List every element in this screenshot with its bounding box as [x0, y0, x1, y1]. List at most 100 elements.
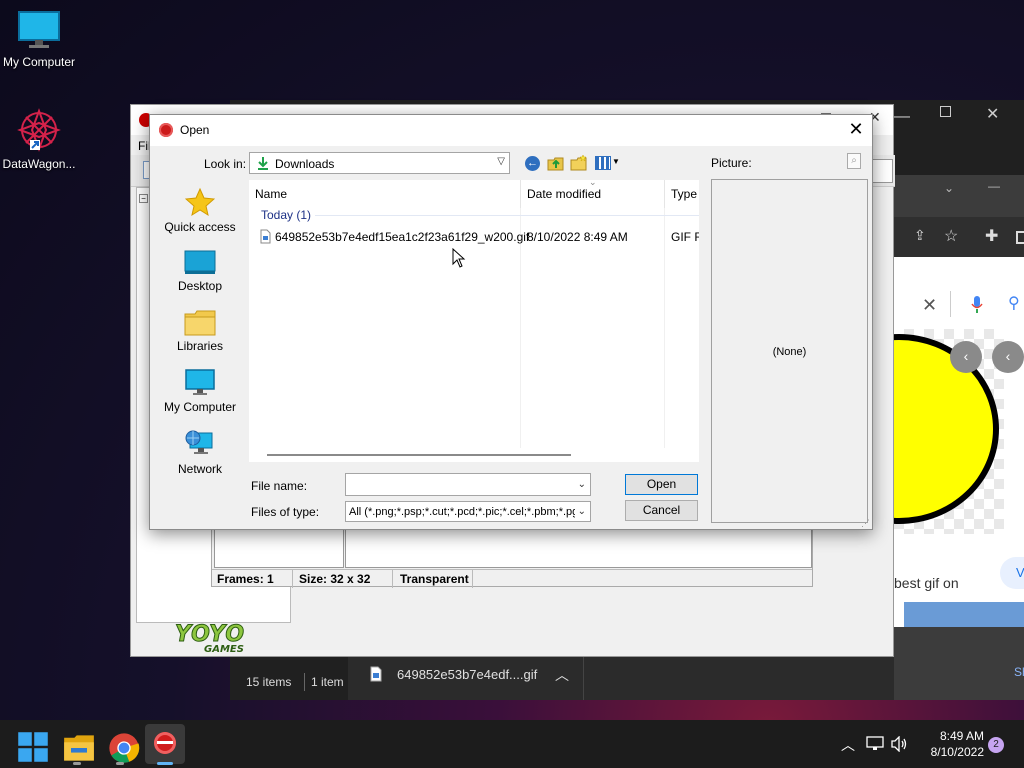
scrollbar-thumb[interactable]	[267, 454, 571, 456]
file-list[interactable]: Name Date modified ⌄ Type Today (1) 6498…	[249, 177, 699, 462]
running-indicator	[73, 762, 81, 765]
carousel-back-icon[interactable]: ‹	[992, 341, 1024, 373]
clock-time: 8:49 AM	[939, 729, 984, 743]
sidebar-icon[interactable]	[1016, 231, 1024, 244]
preview-zoom-icon[interactable]: ⌕	[847, 153, 861, 169]
computer-icon	[18, 11, 60, 48]
up-folder-icon[interactable]	[547, 154, 565, 172]
active-indicator	[157, 762, 173, 765]
place-label: Network	[177, 462, 222, 476]
desktop-icon	[184, 250, 216, 274]
chevron-down-icon[interactable]: ⌄	[944, 181, 954, 195]
dialog-titlebar[interactable]: Open ✕	[150, 115, 872, 146]
volume-icon[interactable]	[891, 736, 909, 752]
explorer-status-bar: 15 items 1 item	[230, 664, 350, 700]
tree-expander[interactable]: −	[139, 194, 148, 203]
place-network[interactable]: Network	[154, 429, 246, 476]
frames-count: Frames: 1	[217, 572, 274, 586]
files-of-type-value: All (*.png;*.psp;*.cut;*.pcd;*.pic;*.cel…	[349, 506, 575, 518]
place-label: Quick access	[164, 220, 236, 234]
picture-preview: (None)	[711, 179, 868, 523]
place-my-computer[interactable]: My Computer	[154, 369, 246, 414]
chevron-down-icon[interactable]: ⌄	[578, 479, 586, 490]
dialog-title: Open	[180, 123, 210, 137]
minimize-icon[interactable]: —	[894, 108, 910, 126]
file-explorer-icon[interactable]	[63, 732, 95, 764]
place-libraries[interactable]: Libraries	[154, 310, 246, 353]
place-label: Libraries	[176, 339, 224, 353]
clock[interactable]: 8:49 AM 8/10/2022	[916, 728, 984, 760]
desktop-icon-label: My Computer	[2, 55, 76, 69]
new-folder-icon[interactable]	[570, 154, 588, 172]
chevron-up-icon[interactable]: ︿	[555, 665, 569, 685]
chevron-down-icon: ⌄	[577, 506, 586, 517]
clear-search-icon[interactable]: ✕	[922, 295, 937, 316]
download-filename: 649852e53b7e4edf....gif	[397, 667, 538, 682]
share-icon[interactable]: ⇪	[914, 227, 926, 244]
download-item[interactable]: 649852e53b7e4edf....gif ︿	[348, 655, 584, 700]
start-windows-icon[interactable]	[17, 731, 49, 763]
file-name-input[interactable]: ⌄	[345, 473, 591, 496]
desktop-icon-my-computer[interactable]: My Computer	[0, 10, 81, 69]
file-icon	[370, 666, 382, 682]
maximize-icon[interactable]	[940, 106, 951, 117]
bookmark-star-icon[interactable]: ☆	[944, 226, 958, 246]
place-desktop[interactable]: Desktop	[154, 250, 246, 293]
look-in-value: Downloads	[275, 157, 335, 171]
chevron-up-icon[interactable]: ︿	[841, 735, 855, 755]
files-of-type-select[interactable]: All (*.png;*.psp;*.cut;*.pcd;*.pic;*.cel…	[345, 501, 591, 522]
network-status-icon[interactable]	[866, 736, 884, 752]
carousel-prev-icon[interactable]: ‹	[950, 341, 982, 373]
sprite-size: Size: 32 x 32	[299, 572, 371, 586]
microphone-icon[interactable]	[970, 295, 984, 315]
close-icon[interactable]: ✕	[840, 115, 872, 145]
view-menu-dropdown-icon[interactable]: ▼	[612, 157, 620, 166]
download-bar: 649852e53b7e4edf....gif ︿	[348, 655, 894, 700]
app-icon	[159, 123, 173, 137]
sprite-status-bar: Frames: 1 Size: 32 x 32 Transparent	[212, 569, 812, 588]
gamemaker-taskbar-button[interactable]	[145, 724, 185, 764]
cancel-button[interactable]: Cancel	[625, 500, 698, 521]
taskbar: ︿ 8:49 AM 8/10/2022 2	[0, 720, 1024, 768]
group-header-label: Today (1)	[261, 208, 312, 222]
browser-download-bar-show-all[interactable]: Sh	[1014, 665, 1024, 679]
look-in-combo[interactable]: Downloads ▽	[249, 152, 510, 174]
close-icon[interactable]: ✕	[986, 104, 999, 124]
search-icon[interactable]: ⚲	[1008, 293, 1020, 313]
result-thumbnail	[904, 602, 1024, 627]
chrome-icon[interactable]	[108, 732, 140, 764]
file-type: GIF Fi	[671, 230, 699, 244]
extensions-icon[interactable]: ✚	[985, 226, 998, 246]
horizontal-scrollbar[interactable]	[249, 448, 699, 462]
network-icon	[185, 430, 213, 454]
back-icon[interactable]: ←	[525, 156, 540, 171]
search-result-snippet[interactable]: best gif on	[894, 575, 959, 591]
column-name[interactable]: Name	[249, 180, 521, 208]
view-menu-icon[interactable]	[595, 156, 611, 170]
place-label: My Computer	[163, 400, 237, 414]
open-button[interactable]: Open	[625, 474, 698, 495]
clock-date: 8/10/2022	[930, 745, 984, 759]
look-in-label: Look in:	[204, 157, 247, 171]
file-name: 649852e53b7e4edf15ea1c2f23a61f29_w200.gi…	[275, 230, 530, 244]
column-type[interactable]: Type	[665, 180, 705, 208]
minimize-icon[interactable]: —	[988, 179, 1000, 193]
transparency-status: Transparent	[400, 572, 469, 586]
notification-badge[interactable]: 2	[988, 737, 1004, 753]
open-dialog: Open ✕ Look in: Downloads ▽ ← ▼ Picture:…	[149, 114, 873, 530]
file-row[interactable]: 649852e53b7e4edf15ea1c2f23a61f29_w200.gi…	[249, 228, 699, 246]
computer-icon	[185, 369, 215, 395]
visit-button[interactable]: V	[1000, 557, 1024, 589]
resize-grip-icon[interactable]: ⋰	[861, 518, 870, 529]
desktop-icon-datawagon[interactable]: DataWagon...	[0, 108, 81, 171]
place-quick-access[interactable]: Quick access	[154, 187, 246, 234]
place-label: Desktop	[177, 279, 223, 293]
folder-icon	[184, 310, 216, 336]
browser-toolbar: ⇪ ☆ ✚	[894, 217, 1024, 257]
group-header[interactable]: Today (1)	[249, 207, 699, 223]
file-name-label: File name:	[251, 479, 308, 493]
download-arrow-icon	[258, 157, 268, 170]
preview-none-text: (None)	[772, 346, 807, 358]
gif-file-icon	[260, 229, 271, 244]
desktop-icon-label: DataWagon...	[2, 157, 76, 171]
